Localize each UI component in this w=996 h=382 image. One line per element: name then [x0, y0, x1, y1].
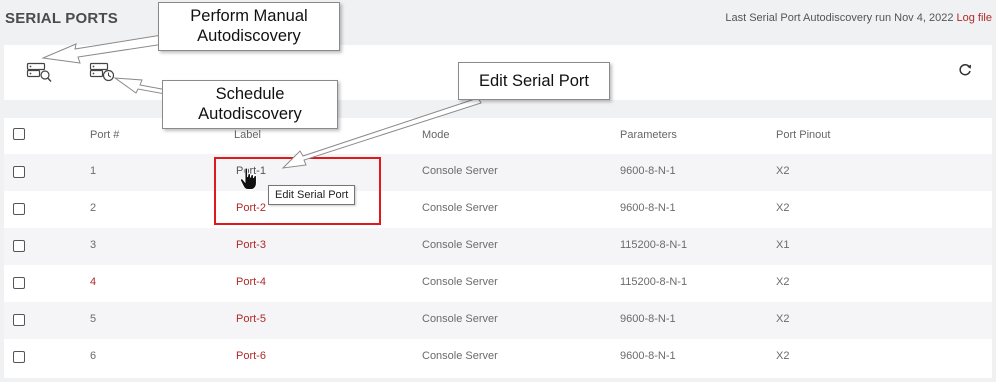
port-parameters: 9600-8-N-1 — [620, 165, 676, 177]
port-pinout: X2 — [776, 350, 790, 362]
port-pinout: X2 — [776, 313, 790, 325]
port-number: 6 — [90, 350, 97, 362]
select-all-checkbox[interactable] — [13, 128, 25, 140]
row-checkbox[interactable] — [13, 314, 25, 326]
server-search-icon — [26, 62, 52, 82]
port-label-link[interactable]: Port-3 — [236, 239, 266, 251]
port-label-link[interactable]: Port-5 — [236, 313, 266, 325]
page-header: SERIAL PORTS Last Serial Port Autodiscov… — [0, 0, 996, 44]
log-file-link[interactable]: Log file — [957, 12, 992, 24]
port-label-link[interactable]: Port-6 — [236, 350, 266, 362]
port-number: 3 — [90, 239, 97, 251]
table-row[interactable]: 5 Port-5 Console Server 9600-8-N-1 X2 — [4, 302, 992, 339]
port-mode: Console Server — [422, 350, 498, 362]
callout-schedule-line2: Autodiscovery — [198, 105, 302, 123]
column-header-mode[interactable]: Mode — [422, 129, 450, 141]
server-clock-icon — [89, 62, 115, 82]
schedule-autodiscovery-button[interactable] — [89, 60, 117, 84]
autodiscovery-status-text: Last Serial Port Autodiscovery run Nov 4… — [725, 12, 954, 24]
port-label-link[interactable]: Port-4 — [236, 276, 266, 288]
table-row[interactable]: 6 Port-6 Console Server 9600-8-N-1 X2 — [4, 339, 992, 376]
port-pinout: X2 — [776, 276, 790, 288]
column-header-label[interactable]: Label — [234, 129, 261, 141]
table-row[interactable]: 3 Port-3 Console Server 115200-8-N-1 X1 — [4, 228, 992, 265]
port-number: 5 — [90, 313, 97, 325]
row-checkbox[interactable] — [13, 351, 25, 363]
port-pinout: X2 — [776, 165, 790, 177]
callout-edit-serial-port: Edit Serial Port — [458, 62, 610, 100]
table-row[interactable]: 4 Port-4 Console Server 115200-8-N-1 X2 — [4, 265, 992, 302]
autodiscovery-status: Last Serial Port Autodiscovery run Nov 4… — [725, 12, 992, 24]
port-pinout: X1 — [776, 239, 790, 251]
refresh-button[interactable] — [956, 61, 974, 79]
serial-ports-table: Port # Label Mode Parameters Port Pinout… — [4, 118, 992, 378]
table-row[interactable]: 2 Port-2 Console Server 9600-8-N-1 X2 — [4, 191, 992, 228]
port-number: 4 — [90, 276, 97, 288]
port-parameters: 115200-8-N-1 — [620, 239, 688, 251]
port-parameters: 115200-8-N-1 — [620, 276, 688, 288]
callout-manual-autodiscovery: Perform Manual Autodiscovery — [158, 2, 340, 51]
row-checkbox[interactable] — [13, 277, 25, 289]
port-pinout: X2 — [776, 202, 790, 214]
table-header-row: Port # Label Mode Parameters Port Pinout — [4, 118, 992, 154]
hand-cursor-icon — [239, 167, 257, 190]
table-row[interactable]: 1 Port-1 Console Server 9600-8-N-1 X2 — [4, 154, 992, 191]
port-mode: Console Server — [422, 165, 498, 177]
refresh-icon — [959, 63, 971, 76]
port-number: 1 — [90, 165, 97, 177]
row-checkbox[interactable] — [13, 166, 25, 178]
row-checkbox[interactable] — [13, 203, 25, 215]
port-mode: Console Server — [422, 313, 498, 325]
column-header-parameters[interactable]: Parameters — [620, 129, 677, 141]
port-number: 2 — [90, 202, 97, 214]
port-mode: Console Server — [422, 202, 498, 214]
column-header-port[interactable]: Port # — [90, 129, 119, 141]
port-parameters: 9600-8-N-1 — [620, 202, 676, 214]
callout-schedule-line1: Schedule — [215, 85, 285, 103]
callout-manual-line2: Autodiscovery — [197, 27, 301, 45]
manual-autodiscovery-button[interactable] — [26, 60, 54, 84]
callout-schedule-autodiscovery: Schedule Autodiscovery — [162, 80, 338, 129]
page-title: SERIAL PORTS — [5, 10, 118, 27]
port-parameters: 9600-8-N-1 — [620, 313, 676, 325]
port-mode: Console Server — [422, 276, 498, 288]
edit-serial-port-tooltip: Edit Serial Port — [268, 185, 356, 205]
port-mode: Console Server — [422, 239, 498, 251]
port-parameters: 9600-8-N-1 — [620, 350, 676, 362]
column-header-pinout[interactable]: Port Pinout — [776, 129, 830, 141]
callout-manual-line1: Perform Manual — [190, 7, 308, 25]
callout-edit-line1: Edit Serial Port — [478, 72, 590, 90]
row-checkbox[interactable] — [13, 240, 25, 252]
